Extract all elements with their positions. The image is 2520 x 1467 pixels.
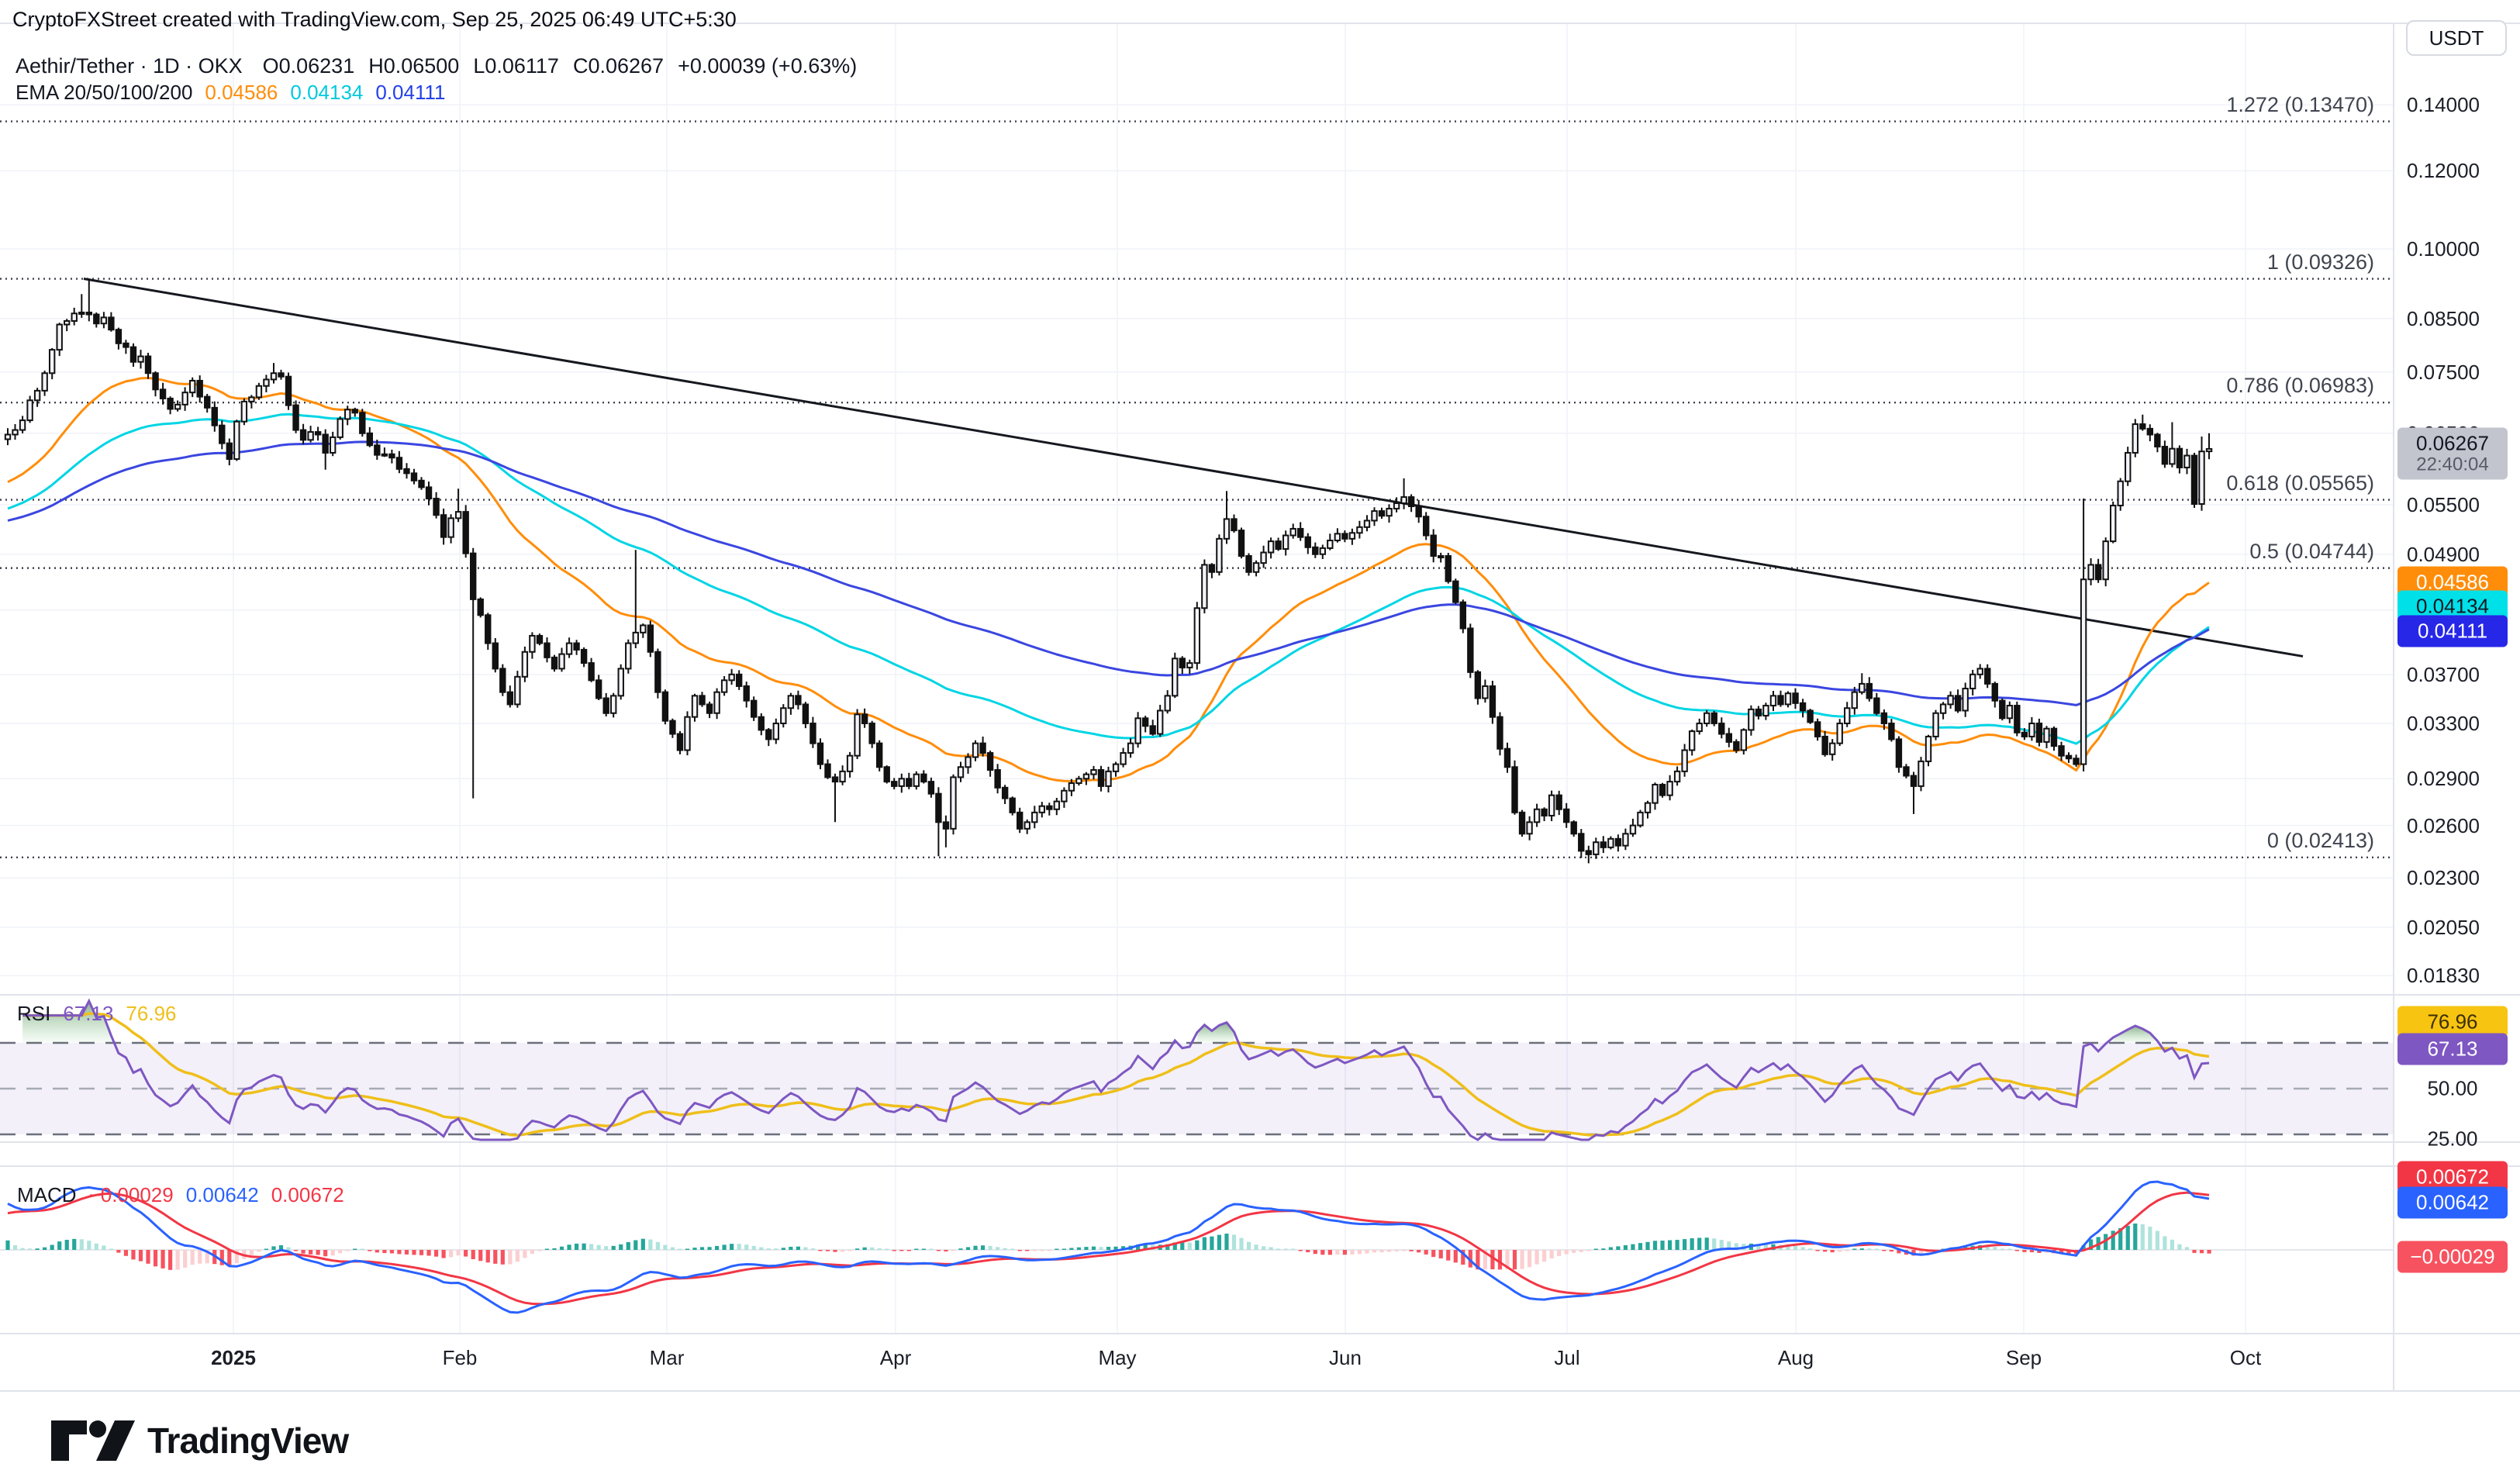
fib-label[interactable]: 1 (0.09326) — [2267, 250, 2374, 274]
price-tick: 0.01830 — [2407, 964, 2480, 988]
macd-line-value: 0.00642 — [186, 1183, 259, 1207]
axis-box-ema100: 0.04111 — [2397, 616, 2508, 647]
ema-line-1 — [8, 414, 2209, 744]
ema-label: EMA 20/50/100/200 — [16, 81, 192, 105]
time-tick-2025: 2025 — [211, 1346, 256, 1370]
fib-label[interactable]: 0.786 (0.06983) — [2226, 374, 2374, 398]
price-tick: 0.14000 — [2407, 93, 2480, 117]
time-tick-Jun: Jun — [1329, 1346, 1362, 1370]
ohlc-high: H0.06500 — [368, 54, 459, 78]
time-tick-Apr: Apr — [880, 1346, 911, 1370]
chart-canvas[interactable] — [0, 0, 2520, 1467]
bar-countdown: 22:40:04 — [2407, 454, 2498, 476]
macd-label: MACD — [17, 1183, 77, 1207]
price-tick: 0.02600 — [2407, 814, 2480, 838]
price-tick: 0.02900 — [2407, 767, 2480, 791]
ohlc-close: C0.06267 — [573, 54, 664, 78]
time-tick-Jul: Jul — [1554, 1346, 1579, 1370]
ema50-value: 0.04134 — [290, 81, 363, 105]
header-credit: CryptoFXStreet created with TradingView.… — [12, 8, 737, 32]
symbol-title-row[interactable]: Aethir/Tether · 1D · OKX O0.06231 H0.065… — [16, 54, 871, 78]
rsi-ma-value: 76.96 — [126, 1002, 176, 1026]
fib-label[interactable]: 1.272 (0.13470) — [2226, 93, 2374, 117]
tradingview-logo-icon — [50, 1419, 136, 1462]
ohlc-low: L0.06117 — [473, 54, 559, 78]
time-tick-Feb: Feb — [443, 1346, 478, 1370]
ema100-value: 0.04111 — [375, 81, 445, 105]
time-tick-Sep: Sep — [2006, 1346, 2042, 1370]
price-tick: 0.03300 — [2407, 712, 2480, 736]
ema-line-0 — [8, 378, 2209, 782]
macd-hist-value: −0.00029 — [89, 1183, 174, 1207]
fib-label[interactable]: 0.5 (0.04744) — [2249, 540, 2374, 564]
macd-signal-value: 0.00672 — [271, 1183, 344, 1207]
axis-label-rsi-25: 25.00 — [2397, 1124, 2508, 1155]
current-price-box: 0.0626722:40:04 — [2397, 428, 2508, 480]
rsi-value: 67.13 — [63, 1002, 113, 1026]
symbol-title: Aethir/Tether · 1D · OKX — [16, 54, 243, 78]
tradingview-chart-screenshot: { "header": { "credit": "CryptoFXStreet … — [0, 0, 2520, 1467]
fib-label[interactable]: 0.618 (0.05565) — [2226, 471, 2374, 495]
ema-line-2 — [8, 442, 2209, 706]
time-tick-Mar: Mar — [650, 1346, 685, 1370]
axis-box-macd-hist: −0.00029 — [2397, 1241, 2508, 1273]
price-tick: 0.04900 — [2407, 543, 2480, 567]
price-tick: 0.05500 — [2407, 493, 2480, 517]
rsi-label: RSI — [17, 1002, 50, 1026]
fib-label[interactable]: 0 (0.02413) — [2267, 829, 2374, 853]
tradingview-logo-text: TradingView — [147, 1420, 348, 1462]
price-tick: 0.12000 — [2407, 159, 2480, 183]
rsi-legend-row[interactable]: RSI 67.13 76.96 — [17, 1002, 189, 1026]
price-tick: 0.02050 — [2407, 916, 2480, 940]
axis-box-macd-line: 0.00642 — [2397, 1187, 2508, 1219]
ema-legend-row[interactable]: EMA 20/50/100/200 0.04586 0.04134 0.0411… — [16, 81, 458, 105]
price-tick: 0.07500 — [2407, 361, 2480, 385]
macd-legend-row[interactable]: MACD −0.00029 0.00642 0.00672 — [17, 1183, 357, 1207]
axis-label-rsi-50: 50.00 — [2397, 1073, 2508, 1105]
price-tick: 0.02300 — [2407, 866, 2480, 890]
ohlc-change: +0.00039 (+0.63%) — [678, 54, 857, 78]
time-tick-Oct: Oct — [2230, 1346, 2261, 1370]
axis-box-rsi: 67.13 — [2397, 1034, 2508, 1065]
tradingview-logo[interactable]: TradingView — [50, 1419, 348, 1462]
time-tick-Aug: Aug — [1778, 1346, 1814, 1370]
price-tick: 0.03700 — [2407, 663, 2480, 687]
ohlc-open: O0.06231 — [263, 54, 355, 78]
ema20-value: 0.04586 — [205, 81, 278, 105]
time-tick-May: May — [1098, 1346, 1136, 1370]
current-price-value: 0.06267 — [2407, 432, 2498, 456]
price-tick: 0.08500 — [2407, 307, 2480, 331]
price-tick: 0.10000 — [2407, 237, 2480, 261]
